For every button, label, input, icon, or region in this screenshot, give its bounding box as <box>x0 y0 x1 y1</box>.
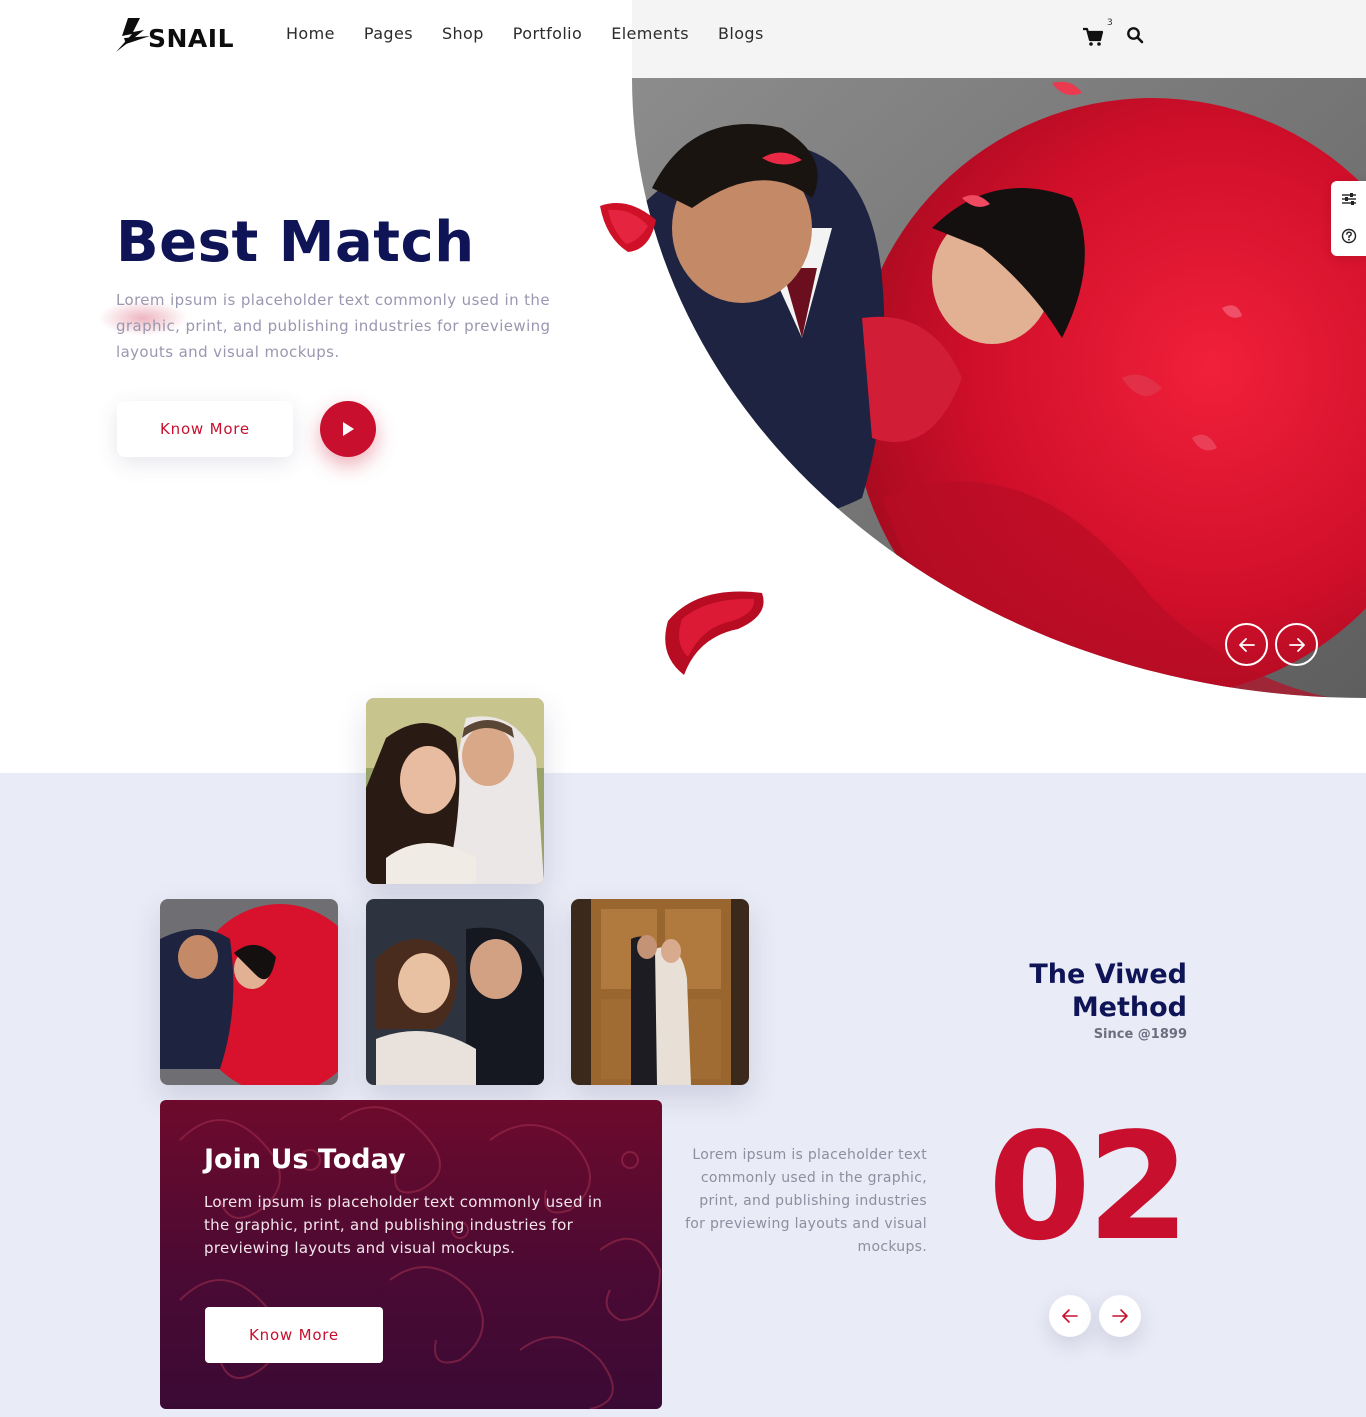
gallery-photo-1[interactable] <box>160 899 338 1085</box>
play-icon <box>343 422 354 436</box>
method-next-button[interactable] <box>1099 1295 1141 1337</box>
nav-pages[interactable]: Pages <box>364 24 413 43</box>
join-description: Lorem ipsum is placeholder text commonly… <box>204 1193 603 1257</box>
join-title: Join Us Today <box>204 1144 406 1175</box>
floating-petal-bottom <box>665 591 764 675</box>
site-header: SNAIL Home Pages Shop Portfolio Elements… <box>0 0 1366 78</box>
method-description: Lorem ipsum is placeholder text commonly… <box>685 1147 927 1255</box>
nav-home[interactable]: Home <box>286 24 335 43</box>
method-title-line-2: Method <box>1071 992 1187 1023</box>
settings-sliders-icon[interactable] <box>1341 191 1357 207</box>
slide-number: 02 <box>988 1101 1190 1273</box>
help-icon[interactable] <box>1341 228 1357 244</box>
nav-portfolio[interactable]: Portfolio <box>513 24 582 43</box>
nav-shop[interactable]: Shop <box>442 24 484 43</box>
join-us-card: Join Us Today Lorem ipsum is placeholder… <box>160 1100 662 1409</box>
gallery-photo-2[interactable] <box>366 899 544 1085</box>
gallery-photo-3[interactable] <box>571 899 749 1085</box>
search-icon[interactable] <box>1126 26 1144 44</box>
logo-text: SNAIL <box>148 23 235 53</box>
join-know-more-button[interactable]: Know More <box>205 1307 383 1363</box>
hero-description: Lorem ipsum is placeholder text commonly… <box>116 291 551 361</box>
hero-know-more-button[interactable]: Know More <box>117 401 293 457</box>
hero-title: Best Match <box>116 210 475 275</box>
arrow-right-icon <box>1112 1309 1128 1323</box>
floating-petal-top <box>600 203 656 252</box>
site-logo[interactable]: SNAIL <box>114 16 234 54</box>
nav-blogs[interactable]: Blogs <box>718 24 764 43</box>
play-video-button[interactable] <box>320 401 376 457</box>
cart-icon[interactable] <box>1082 26 1104 48</box>
main-nav: Home Pages Shop Portfolio Elements Blogs <box>286 24 764 43</box>
method-title-line-1: The Viwed <box>1029 959 1187 990</box>
gallery-photo-top[interactable] <box>366 698 544 884</box>
method-title: The Viwed Method <box>970 958 1187 1024</box>
hero-next-button[interactable] <box>1275 623 1318 666</box>
arrow-left-icon <box>1062 1309 1078 1323</box>
method-prev-button[interactable] <box>1049 1295 1091 1337</box>
hero-prev-button[interactable] <box>1225 623 1268 666</box>
method-since: Since @1899 <box>1093 1027 1187 1042</box>
cart-count-badge: 3 <box>1107 18 1113 28</box>
nav-elements[interactable]: Elements <box>611 24 689 43</box>
side-toolbar <box>1331 181 1366 256</box>
arrow-left-icon <box>1238 637 1255 652</box>
arrow-right-icon <box>1288 637 1305 652</box>
